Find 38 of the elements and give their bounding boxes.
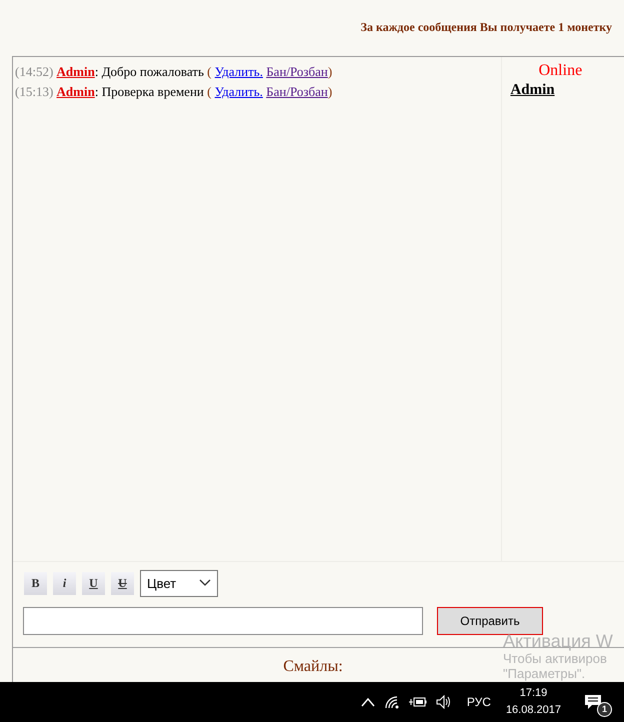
ban-link[interactable]: Бан/Розбан — [266, 64, 328, 79]
coins-notice: За каждое сообщения Вы получаете 1 монетку — [360, 20, 612, 35]
message-time: (14:52) — [15, 64, 54, 79]
paren-text: ( — [207, 84, 212, 99]
language-indicator[interactable]: РУС — [466, 695, 491, 709]
paren-text: ) — [328, 84, 332, 99]
message-icon — [584, 694, 602, 710]
chevron-up-icon[interactable] — [360, 697, 375, 707]
wifi-icon[interactable] — [384, 695, 400, 709]
activation-title: Активация W — [503, 632, 613, 651]
online-title: Online — [538, 62, 584, 80]
clock[interactable]: 17:19 16.08.2017 — [506, 685, 561, 719]
caret-icon — [199, 579, 211, 587]
delete-link[interactable]: Удалить. — [214, 64, 263, 79]
message-time: (15:13) — [15, 84, 54, 99]
notification-badge: 1 — [597, 702, 612, 717]
notifications-button[interactable]: 1 — [584, 685, 612, 719]
author-link[interactable]: Admin — [56, 84, 95, 99]
battery-icon[interactable] — [408, 696, 427, 708]
strikethrough-button[interactable]: U — [111, 572, 134, 594]
activation-text: Чтобы активиров — [503, 651, 608, 666]
message-text: : Добро пожаловать — [94, 64, 204, 79]
smileys-title: Смайлы: — [282, 658, 343, 675]
online-user-link[interactable]: Admin — [510, 82, 555, 99]
message-input[interactable] — [23, 607, 423, 635]
send-button[interactable]: Отправить — [437, 607, 543, 635]
message-text: : Проверка времени — [94, 84, 204, 99]
bold-button[interactable]: B — [24, 572, 47, 594]
color-select[interactable]: Цвет — [140, 570, 218, 596]
italic-button[interactable]: i — [53, 572, 76, 594]
delete-link[interactable]: Удалить. — [214, 84, 263, 99]
underline-button[interactable]: U — [82, 572, 105, 594]
paren-text: ) — [328, 64, 332, 79]
paren-text: ( — [207, 64, 212, 79]
activation-text: "Параметры". — [503, 666, 586, 681]
author-link[interactable]: Admin — [56, 64, 95, 79]
speaker-icon[interactable] — [436, 695, 452, 709]
ban-link[interactable]: Бан/Розбан — [266, 84, 328, 99]
